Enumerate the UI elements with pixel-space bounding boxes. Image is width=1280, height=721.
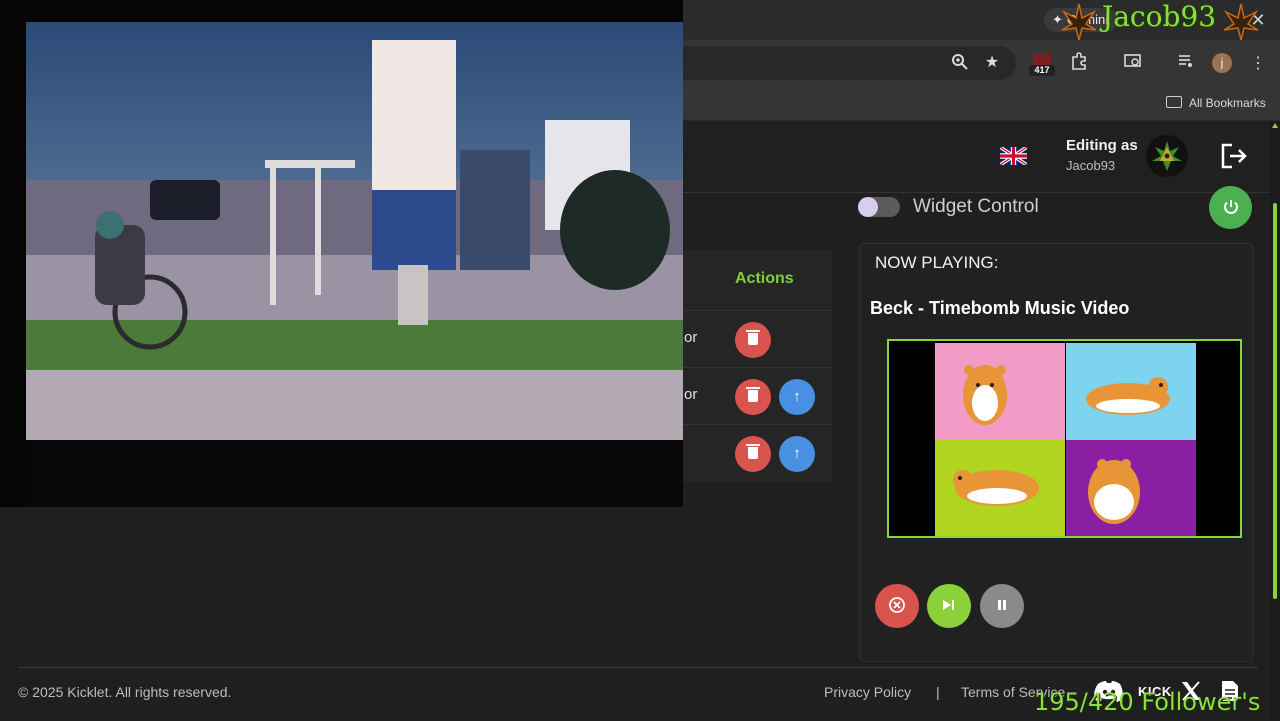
extension-badge: 417 <box>1029 65 1055 76</box>
calendar-extension-icon[interactable]: 417 <box>1029 53 1055 76</box>
trash-icon <box>746 330 760 345</box>
trash-icon <box>746 387 760 402</box>
logout-icon[interactable] <box>1220 143 1250 171</box>
video-frame-green <box>935 440 1065 536</box>
actions-column-header: Actions <box>735 270 794 287</box>
scroll-up-arrow-icon[interactable] <box>1272 123 1278 128</box>
webcam-feed <box>26 22 683 507</box>
power-icon <box>1223 200 1238 214</box>
profile-avatar[interactable]: j <box>1212 53 1232 73</box>
stop-button[interactable] <box>875 584 919 628</box>
uk-flag-icon[interactable] <box>999 145 1028 167</box>
skip-next-icon <box>943 600 954 610</box>
delete-button[interactable] <box>735 322 771 358</box>
copyright-text: © 2025 Kicklet. All rights reserved. <box>18 684 232 700</box>
move-up-button[interactable]: ↑ <box>779 379 815 415</box>
editing-username: Jacob93 <box>1066 158 1116 173</box>
extensions-puzzle-icon[interactable] <box>1067 52 1091 76</box>
zoom-icon[interactable] <box>950 53 970 73</box>
leaf-icon <box>1223 3 1259 41</box>
folder-icon <box>1166 96 1182 108</box>
footer-separator: | <box>936 684 940 700</box>
video-frame-pink <box>935 343 1065 440</box>
editing-as-block: Editing as Jacob93 <box>1066 137 1138 173</box>
table-row: or <box>660 310 832 368</box>
power-button[interactable] <box>1209 186 1252 229</box>
video-player[interactable] <box>887 339 1242 538</box>
row-text: or <box>684 329 698 346</box>
close-circle-icon <box>889 597 905 613</box>
skip-button[interactable] <box>927 584 971 628</box>
user-avatar[interactable] <box>1146 135 1188 177</box>
arrow-up-icon: ↑ <box>793 388 801 405</box>
all-bookmarks-label: All Bookmarks <box>1189 96 1266 110</box>
bookmark-star-icon[interactable]: ★ <box>982 53 1002 73</box>
table-row: ↑ <box>660 424 832 482</box>
widget-control-toggle[interactable] <box>858 197 900 217</box>
widget-control-label: Widget Control <box>913 196 1039 217</box>
delete-button[interactable] <box>735 379 771 415</box>
row-text: or <box>684 386 698 403</box>
trash-icon <box>746 444 760 459</box>
pause-icon <box>998 600 1006 610</box>
pause-button[interactable] <box>980 584 1024 628</box>
follower-count-overlay: 195/420 Follower's <box>1034 688 1261 716</box>
now-playing-label: NOW PLAYING: <box>875 253 999 272</box>
leaf-icon <box>1061 3 1097 41</box>
tab-search-icon[interactable] <box>1121 52 1145 76</box>
table-row: or ↑ <box>660 367 832 425</box>
scroll-thumb[interactable] <box>1273 203 1277 599</box>
privacy-policy-link[interactable]: Privacy Policy <box>824 684 911 700</box>
video-frame-blue <box>1066 343 1196 440</box>
all-bookmarks-button[interactable]: All Bookmarks <box>1166 92 1266 114</box>
stream-name-text: Jacob93 <box>1102 0 1217 33</box>
editing-as-label: Editing as <box>1066 137 1138 154</box>
browser-menu-icon[interactable]: ⋮ <box>1246 52 1270 76</box>
move-up-button[interactable]: ↑ <box>779 436 815 472</box>
toggle-knob <box>858 197 878 217</box>
video-frame-purple <box>1066 440 1196 536</box>
now-playing-title: Beck - Timebomb Music Video <box>870 298 1130 318</box>
stream-name-overlay: Jacob93 <box>1061 0 1259 41</box>
arrow-up-icon: ↑ <box>793 445 801 462</box>
webcam-overlay <box>0 0 683 507</box>
delete-button[interactable] <box>735 436 771 472</box>
media-control-icon[interactable] <box>1174 52 1198 76</box>
page-scrollbar[interactable] <box>1270 121 1280 720</box>
